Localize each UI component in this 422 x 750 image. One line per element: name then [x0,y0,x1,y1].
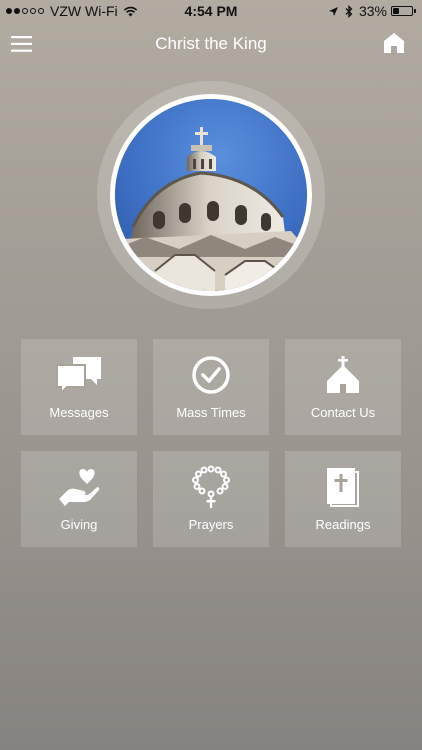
tile-label: Messages [49,405,109,420]
clock-check-icon [153,354,269,396]
tile-label: Readings [315,517,371,532]
prayers-tile[interactable]: Prayers [153,451,269,547]
tile-label: Mass Times [176,405,246,420]
battery-tip [414,9,416,13]
messages-tile[interactable]: Messages [21,339,137,435]
hamburger-menu-icon[interactable] [10,32,34,56]
status-bar: VZW Wi-Fi 4:54 PM 33% [0,0,422,22]
battery-percent: 33% [358,3,387,19]
giving-tile[interactable]: Giving [21,451,137,547]
mass-times-tile[interactable]: Mass Times [153,339,269,435]
chapel-icon [285,354,401,396]
bible-icon [285,466,401,508]
readings-tile[interactable]: Readings [285,451,401,547]
status-right: 33% [328,3,416,19]
hand-heart-icon [21,466,137,508]
location-arrow-icon [328,6,338,16]
home-icon[interactable] [382,31,406,55]
rosary-icon [153,465,269,508]
chat-bubbles-icon [21,354,137,396]
tile-label: Giving [60,517,98,532]
hero-photo-ring [97,81,325,309]
battery-icon [391,6,413,16]
nav-bar: Christ the King [0,22,422,66]
tile-label: Prayers [188,517,234,532]
page-title: Christ the King [155,34,267,53]
contact-us-tile[interactable]: Contact Us [285,339,401,435]
battery-level-fill [393,8,399,14]
bluetooth-icon [345,4,353,18]
church-dome-photo [110,94,312,296]
tile-label: Contact Us [310,405,376,420]
